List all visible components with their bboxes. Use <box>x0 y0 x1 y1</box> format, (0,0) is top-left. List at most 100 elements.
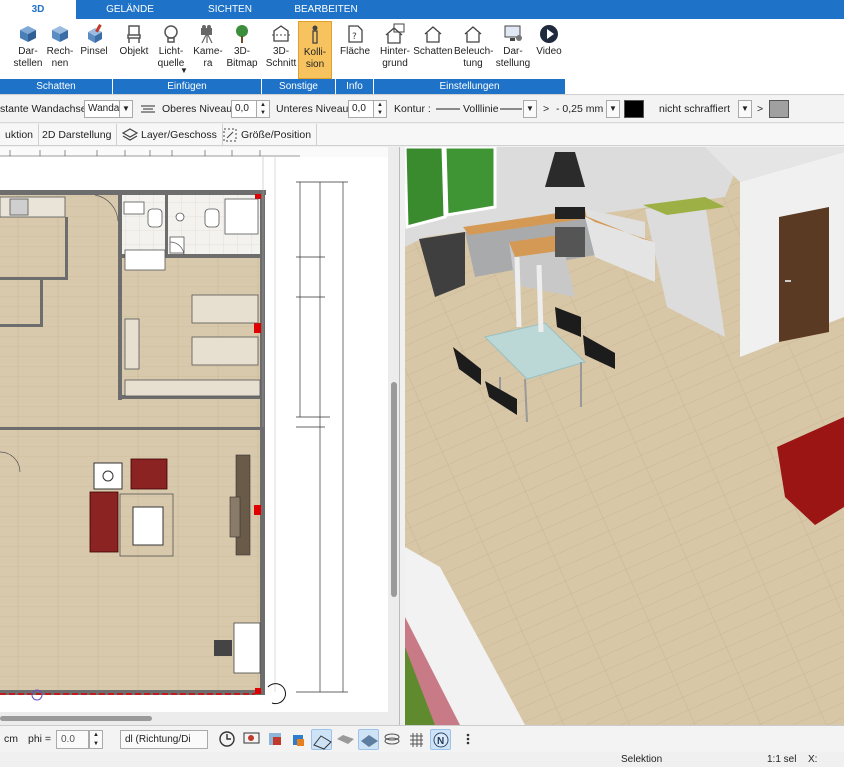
schatten-button[interactable]: Schatten <box>412 21 454 79</box>
hatch-next[interactable]: > <box>757 103 763 115</box>
hatch-value[interactable]: nicht schraffiert <box>659 103 730 115</box>
layer-geschoss-button[interactable]: Layer/Geschoss <box>117 124 223 146</box>
beleuchtung-button[interactable]: Beleuch- tung <box>454 21 494 79</box>
bottom-toolbar: cm phi = 0.0 ▲ ▼ dl (Richtung/Di N <box>0 725 844 752</box>
north-icon[interactable]: N <box>430 729 451 750</box>
construction-button[interactable]: uktion <box>0 124 40 146</box>
contour-label: Kontur : <box>394 103 431 115</box>
paint-bucket-icon[interactable] <box>288 729 309 750</box>
lower-level-input[interactable]: 0,0 <box>348 100 374 118</box>
chair-icon <box>127 25 141 43</box>
upper-level-spinner[interactable]: ▲ ▼ <box>256 100 270 118</box>
direction-select[interactable]: dl (Richtung/Di <box>120 730 208 749</box>
layers-stack-icon[interactable] <box>382 729 403 750</box>
play-video-icon <box>540 25 558 43</box>
texture-icon[interactable] <box>335 729 356 750</box>
plane-icon[interactable] <box>358 729 379 750</box>
plan-vertical-scroll-thumb[interactable] <box>391 382 397 597</box>
hintergrund-button[interactable]: Hinter- grund <box>376 21 414 79</box>
window-right <box>443 147 497 217</box>
flaeche-button[interactable]: ? Fläche <box>337 21 373 79</box>
dropdown-arrow-icon[interactable]: ▼ <box>180 65 188 77</box>
tab-3d[interactable]: 3D <box>0 0 76 19</box>
kollision-button[interactable]: Kolli- sion <box>298 21 332 79</box>
status-bar: Selektion 1:1 sel X: <box>0 752 844 767</box>
line-type-dropdown[interactable]: ▼ <box>523 100 537 118</box>
camera-icon <box>201 25 213 44</box>
beleuchtung-label: Beleuch- tung <box>454 46 494 69</box>
3d-view[interactable] <box>405 147 844 725</box>
grid-icon[interactable] <box>406 729 427 750</box>
group-info: Info <box>336 79 374 94</box>
tab-gelaende[interactable]: GELÄNDE <box>90 0 170 19</box>
svg-text:?: ? <box>352 32 357 42</box>
property-bar: stante Wandachse Wanda ▼ Oberes Niveau 0… <box>0 96 844 123</box>
window-left <box>405 147 447 229</box>
plan-horizontal-scroll-thumb[interactable] <box>0 716 152 721</box>
bitmap3d-button[interactable]: 3D- Bitmap <box>225 21 259 79</box>
objekt-button[interactable]: Objekt <box>117 21 151 79</box>
lichtquelle-button[interactable]: Licht- quelle ▼ <box>152 21 190 79</box>
floor-plan-view[interactable] <box>0 147 400 725</box>
line-color-swatch[interactable] <box>624 100 644 118</box>
tree-icon <box>236 25 248 43</box>
kamera-label: Kame- ra <box>193 46 223 69</box>
section-cut-icon <box>272 25 290 42</box>
screen-icon[interactable] <box>241 729 262 750</box>
render-icon[interactable] <box>265 729 286 750</box>
wall-axis-select[interactable]: Wanda <box>84 100 120 118</box>
darstellung-button[interactable]: Dar- stellung <box>494 21 532 79</box>
house-light-icon <box>464 26 482 43</box>
hatch-dropdown[interactable]: ▼ <box>738 100 752 118</box>
plan-horizontal-scrollbar[interactable] <box>0 712 388 725</box>
view-toolbar: uktion 2D Darstellung Layer/Geschoss Grö… <box>0 124 844 146</box>
size-position-icon <box>223 128 237 142</box>
video-button[interactable]: Video <box>532 21 566 79</box>
monitor-settings-icon <box>504 25 522 41</box>
darstellen-button[interactable]: Dar- stellen <box>8 21 48 79</box>
clock-icon[interactable] <box>217 729 238 750</box>
ribbon: Dar- stellen Rech- nen Pinsel Objekt Lic… <box>0 19 844 95</box>
line-type-next[interactable]: > <box>543 103 549 115</box>
groesse-position-button[interactable]: Größe/Position <box>217 124 318 146</box>
wall-align-icon[interactable] <box>140 103 156 115</box>
pinsel-button[interactable]: Pinsel <box>78 21 110 79</box>
plan-vertical-scrollbar[interactable] <box>388 147 399 725</box>
door <box>779 207 829 342</box>
schnitt3d-button[interactable]: 3D- Schnitt <box>263 21 299 79</box>
group-einfuegen: Einfügen <box>113 79 262 94</box>
darstellung-2d-button[interactable]: 2D Darstellung <box>37 124 118 146</box>
terrain-icon[interactable] <box>311 729 332 750</box>
svg-text:N: N <box>437 736 444 747</box>
tab-bearbeiten[interactable]: BEARBEITEN <box>286 0 366 19</box>
phi-spinner[interactable]: ▲ ▼ <box>89 730 103 749</box>
group-einstellungen: Einstellungen <box>374 79 566 94</box>
bitmap3d-label: 3D- Bitmap <box>226 46 258 69</box>
darstellung-label: Dar- stellung <box>495 46 531 69</box>
tab-sichten[interactable]: SICHTEN <box>190 0 270 19</box>
line-sample-left <box>436 108 460 110</box>
status-x: X: <box>808 754 818 765</box>
phi-input[interactable]: 0.0 <box>56 730 89 749</box>
status-selection: 1:1 sel <box>767 754 797 765</box>
kamera-button[interactable]: Kame- ra <box>191 21 225 79</box>
objekt-label: Objekt <box>119 46 149 57</box>
line-width-dropdown[interactable]: ▼ <box>606 100 620 118</box>
upper-level-label: Oberes Niveau <box>162 103 233 115</box>
line-type-value[interactable]: Volllinie <box>463 103 499 115</box>
more-options-icon[interactable] <box>458 729 479 750</box>
video-label: Video <box>536 46 562 57</box>
hintergrund-label: Hinter- grund <box>379 46 410 69</box>
upper-level-input[interactable]: 0,0 <box>231 100 257 118</box>
dimension-lines <box>296 181 348 693</box>
3d-scene[interactable] <box>405 147 844 725</box>
lower-level-label: Unteres Niveau <box>276 103 349 115</box>
fill-color-swatch[interactable] <box>769 100 789 118</box>
house-background-icon <box>385 23 405 44</box>
floor-plan-drawing[interactable] <box>0 147 388 712</box>
line-width-value[interactable]: - 0,25 mm - <box>556 103 610 115</box>
wall-axis-dropdown[interactable]: ▼ <box>119 100 133 118</box>
rechnen-button[interactable]: Rech- nen <box>44 21 76 79</box>
lower-level-spinner[interactable]: ▲ ▼ <box>373 100 387 118</box>
rotate-handle-icon[interactable] <box>267 683 286 705</box>
